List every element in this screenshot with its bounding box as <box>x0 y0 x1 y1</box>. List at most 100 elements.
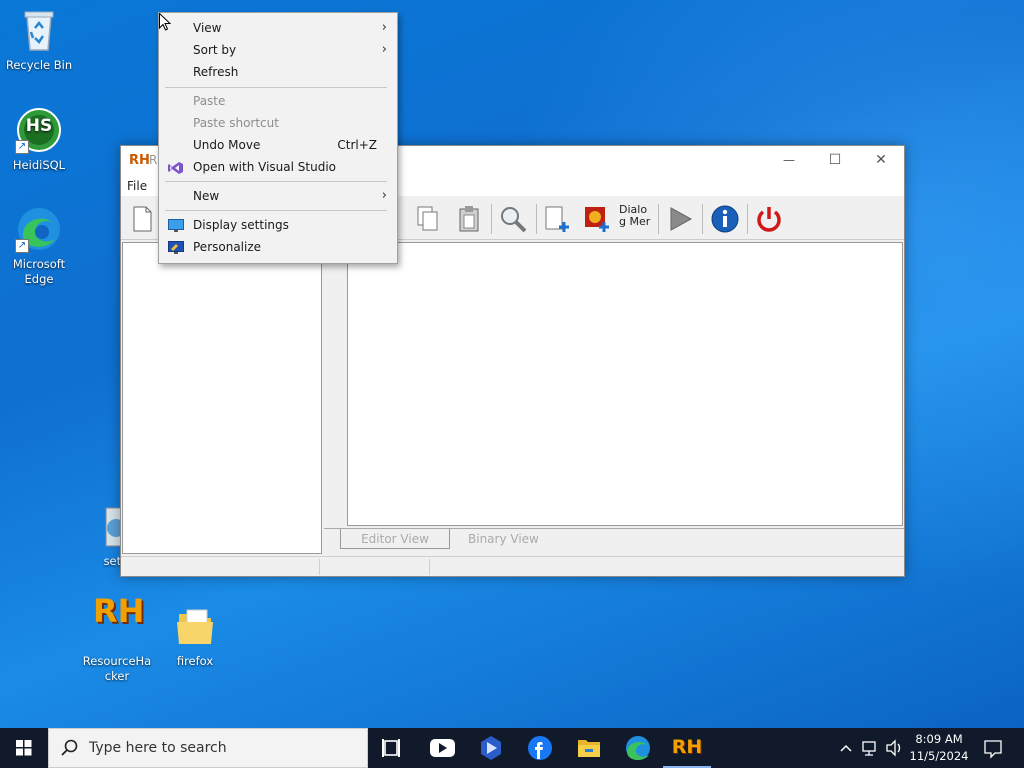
dialog-menu-label: Dialog Mer <box>619 203 651 228</box>
taskbar-file-explorer[interactable] <box>565 728 613 768</box>
visual-studio-icon <box>168 160 184 174</box>
chevron-right-icon: › <box>381 42 387 57</box>
menu-item-sort-by[interactable]: Sort by › <box>159 39 397 61</box>
start-button[interactable] <box>0 728 48 768</box>
status-segment <box>319 559 320 575</box>
power-icon[interactable] <box>754 204 784 234</box>
resourcehacker-glyph: RH <box>93 592 145 630</box>
desktop-icon-recycle-bin[interactable]: Recycle Bin <box>1 6 77 73</box>
folder-icon <box>171 602 219 650</box>
toolbar-separator <box>491 204 492 234</box>
menu-item-undo-move[interactable]: Undo Move Ctrl+Z <box>159 134 397 156</box>
heidisql-glyph: HS <box>25 116 53 136</box>
menu-item-label: Refresh <box>193 65 239 79</box>
youtube-icon <box>430 739 455 757</box>
menu-separator <box>165 87 387 88</box>
run-icon[interactable] <box>665 204 695 234</box>
taskbar-resourcehacker[interactable]: RH <box>663 728 711 768</box>
desktop-icon-label: firefox <box>176 654 214 668</box>
chevron-right-icon: › <box>381 188 387 203</box>
menu-item-label: View <box>193 21 222 35</box>
desktop-context-menu: View › Sort by › Refresh Paste Paste sho… <box>158 12 398 264</box>
desktop-icon-label: Microsoft Edge <box>12 257 66 286</box>
search-icon[interactable] <box>498 204 528 234</box>
menu-item-personalize[interactable]: Personalize <box>159 236 397 258</box>
menu-item-label: Paste shortcut <box>193 116 279 130</box>
volume-button[interactable] <box>884 728 904 768</box>
display-settings-icon <box>168 218 184 232</box>
desktop[interactable]: Recycle Bin HS ↗ HeidiSQL ↗ Microsoft Ed… <box>0 0 1024 728</box>
taskbar-search-box[interactable]: Type here to search <box>48 728 368 768</box>
desktop-icon-label: Recycle Bin <box>5 58 73 72</box>
menu-file[interactable]: File <box>127 179 147 193</box>
menu-item-new[interactable]: New › <box>159 185 397 207</box>
info-icon[interactable] <box>710 204 740 234</box>
chevron-up-icon <box>840 744 852 752</box>
edge-icon <box>626 736 650 761</box>
close-button[interactable]: ✕ <box>858 146 904 176</box>
clock-time: 8:09 AM <box>915 732 963 746</box>
show-hidden-icons-button[interactable] <box>836 728 856 768</box>
clock-date: 11/5/2024 <box>909 749 969 763</box>
menu-item-open-with-visual-studio[interactable]: Open with Visual Studio <box>159 156 397 178</box>
desktop-icon-label: ResourceHacker <box>82 654 152 683</box>
menu-item-paste: Paste <box>159 90 397 112</box>
menu-separator <box>165 210 387 211</box>
notifications-button[interactable] <box>978 728 1008 768</box>
network-button[interactable] <box>860 728 882 768</box>
window-title: R <box>149 153 158 167</box>
taskbar-youtube[interactable] <box>418 728 466 768</box>
editor-pane[interactable] <box>347 242 903 526</box>
minimize-button[interactable]: — <box>766 146 812 176</box>
resourcehacker-icon: RH <box>93 592 145 650</box>
menu-item-label: Undo Move <box>193 138 261 152</box>
menu-item-label: Sort by <box>193 43 237 57</box>
speaker-icon <box>886 739 901 757</box>
copy-icon[interactable] <box>413 204 443 234</box>
toolbar-separator <box>747 204 748 234</box>
desktop-icon-firefox[interactable]: firefox <box>157 602 233 669</box>
splitter[interactable] <box>324 242 344 528</box>
toolbar-separator <box>536 204 537 234</box>
desktop-icon-resourcehacker[interactable]: RH ResourceHacker <box>79 592 155 684</box>
taskbar-facebook[interactable] <box>516 728 564 768</box>
add-dialog-menu-icon[interactable]: Dialog Mer <box>619 204 653 234</box>
toolbar-separator <box>658 204 659 234</box>
resource-tree[interactable] <box>122 242 322 554</box>
menu-item-label: Paste <box>193 94 226 108</box>
mouse-cursor-icon <box>159 12 172 31</box>
menu-item-label: Display settings <box>193 218 289 232</box>
recycle-bin-icon <box>15 6 63 54</box>
shortcut-arrow-icon: ↗ <box>15 140 29 154</box>
add-image-icon[interactable] <box>582 204 612 234</box>
windows-logo-icon <box>16 740 32 756</box>
system-clock[interactable]: 8:09 AM 11/5/2024 <box>904 731 974 765</box>
desktop-icon-label: HeidiSQL <box>12 158 66 172</box>
taskbar: Type here to search RH 8:09 AM 11/5/2024 <box>0 728 1024 768</box>
paste-icon[interactable] <box>454 204 484 234</box>
notification-icon <box>984 740 1002 759</box>
network-icon <box>862 741 876 756</box>
menu-item-label: New <box>193 189 220 203</box>
new-file-icon[interactable] <box>127 204 157 234</box>
menu-separator <box>165 181 387 182</box>
taskbar-app[interactable] <box>467 728 515 768</box>
task-view-button[interactable] <box>368 728 416 768</box>
desktop-icon-microsoft-edge[interactable]: ↗ Microsoft Edge <box>1 205 77 287</box>
edge-icon: ↗ <box>15 205 63 253</box>
desktop-icon-heidisql[interactable]: HS ↗ HeidiSQL <box>1 106 77 173</box>
menu-item-refresh[interactable]: Refresh <box>159 61 397 83</box>
personalize-icon <box>168 240 184 254</box>
status-bar <box>121 556 904 576</box>
tab-binary-view[interactable]: Binary View <box>468 529 539 549</box>
menu-item-view[interactable]: View › <box>159 17 397 39</box>
search-placeholder: Type here to search <box>89 740 227 756</box>
tab-editor-view[interactable]: Editor View <box>340 529 450 549</box>
add-resource-icon[interactable] <box>542 204 572 234</box>
file-explorer-icon <box>578 740 600 757</box>
maximize-button[interactable]: ☐ <box>812 146 858 176</box>
menu-item-label: Open with Visual Studio <box>193 160 336 174</box>
menu-item-display-settings[interactable]: Display settings <box>159 214 397 236</box>
task-view-icon <box>382 739 400 757</box>
taskbar-edge[interactable] <box>614 728 662 768</box>
